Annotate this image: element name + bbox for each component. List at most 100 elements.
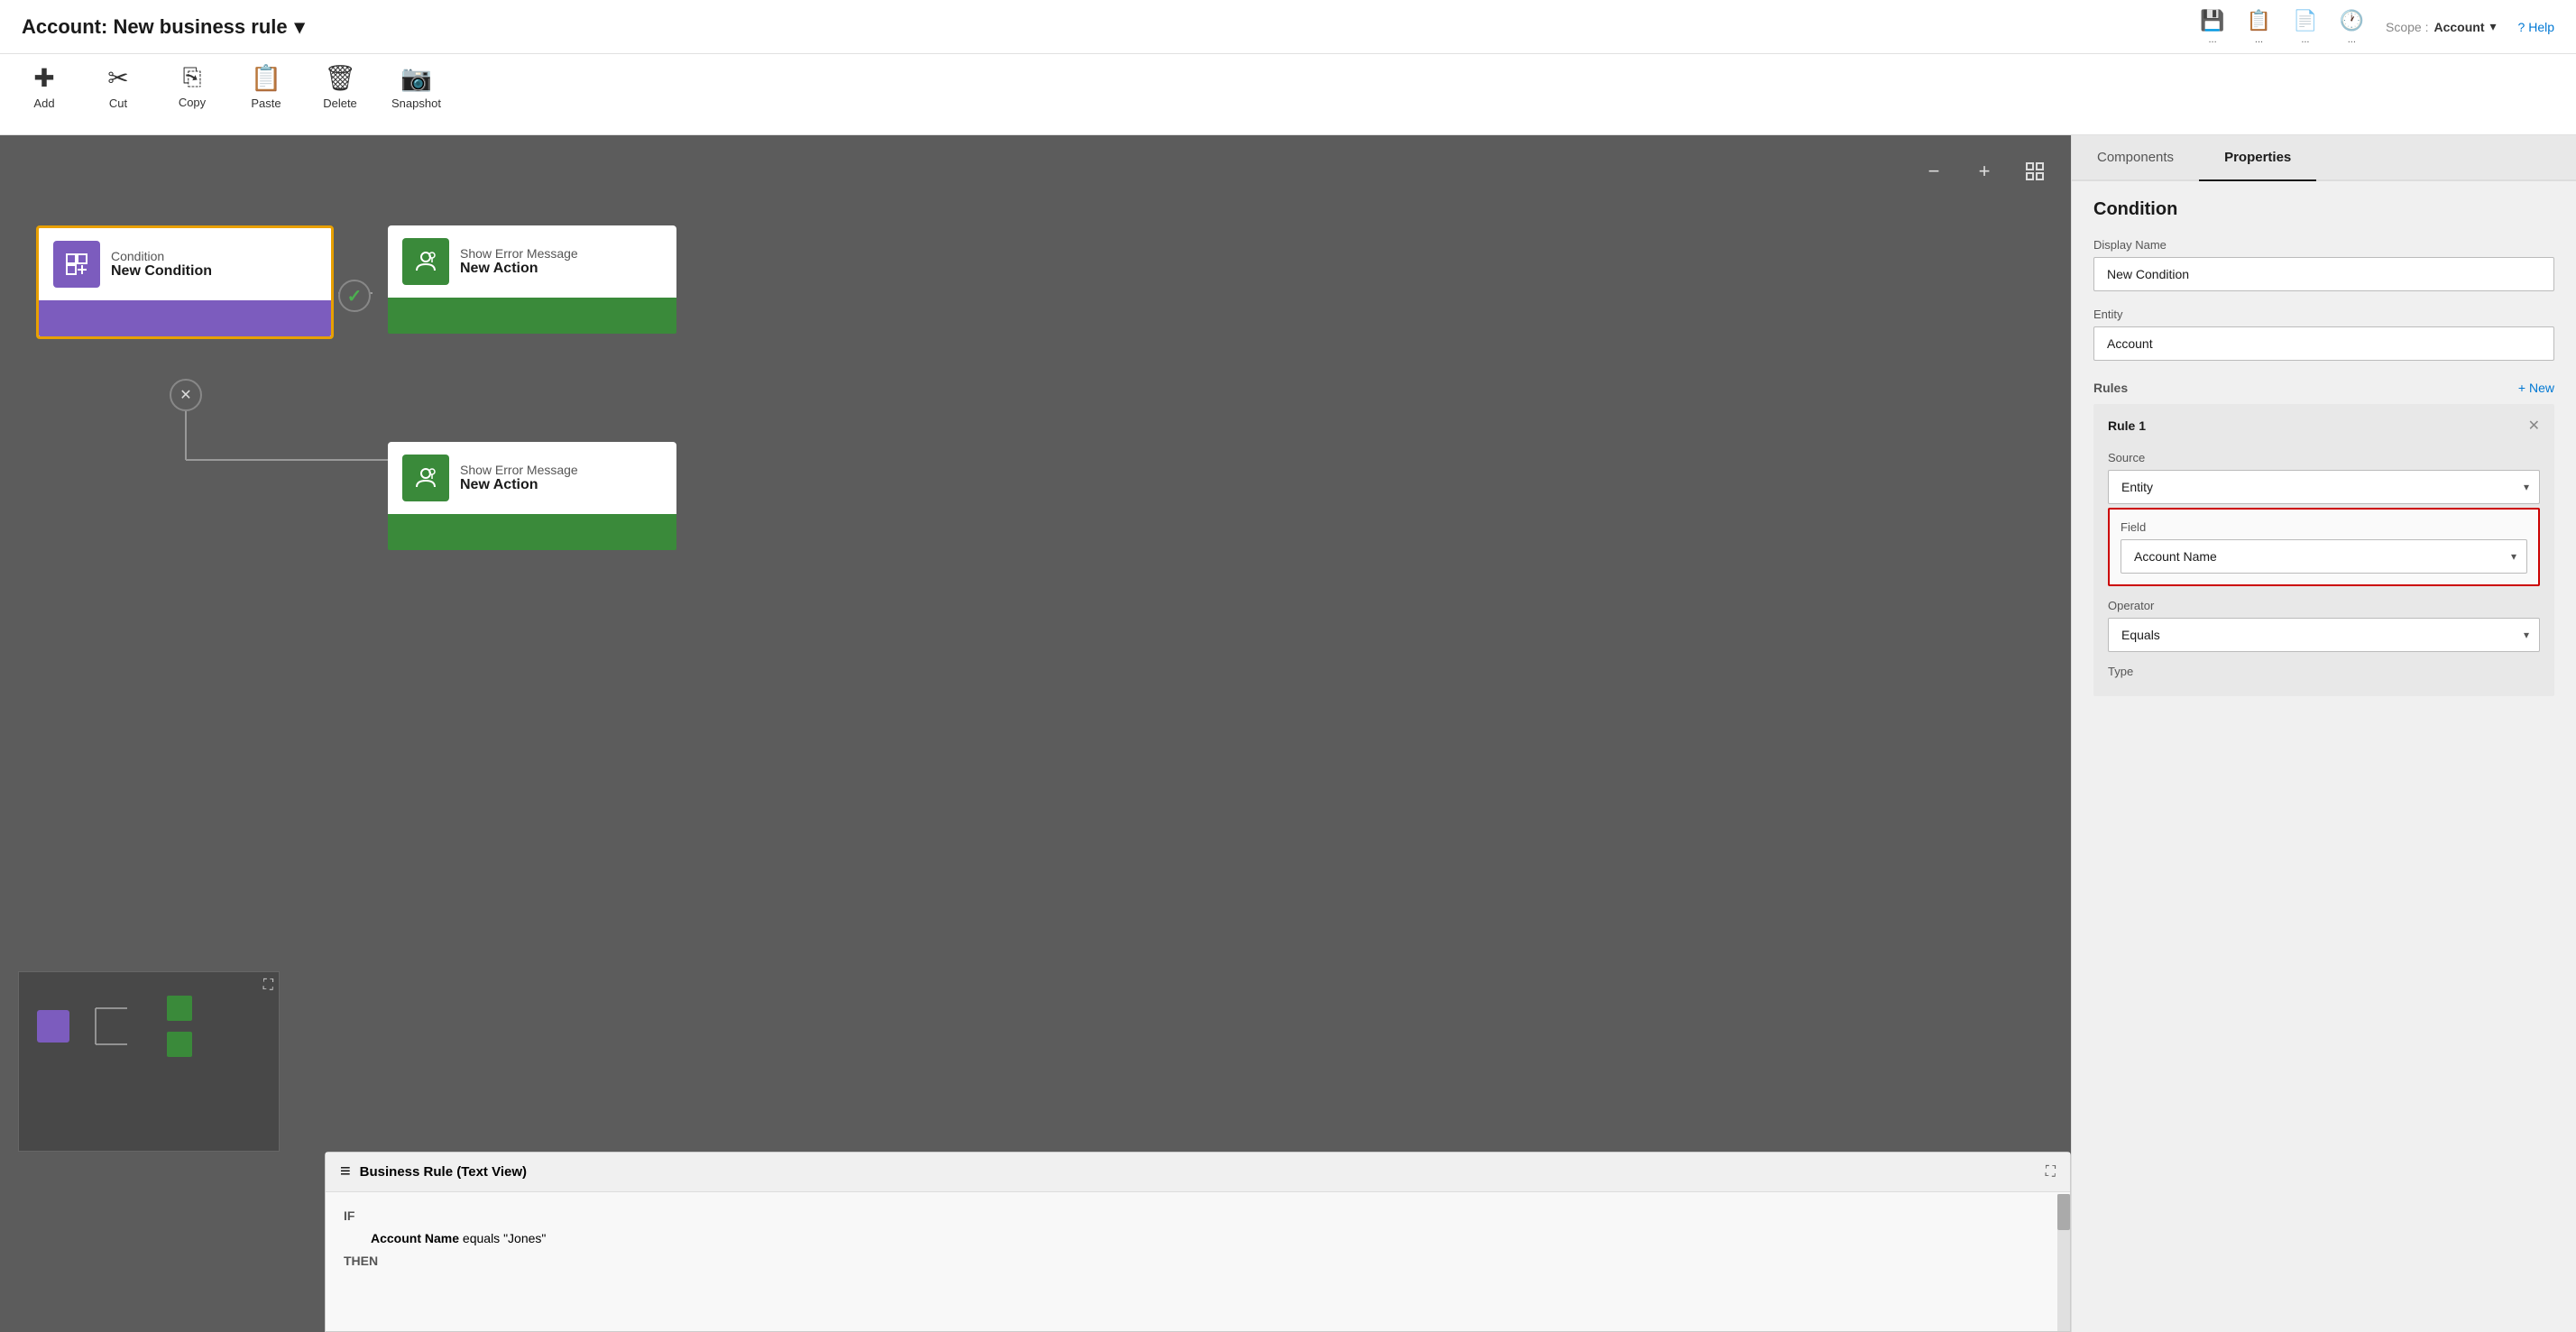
save-icon-btn[interactable]: 💾 ... bbox=[2200, 9, 2224, 45]
mini-map-lines bbox=[91, 990, 145, 1062]
action-node-top-icon bbox=[402, 238, 449, 285]
fit-screen-button[interactable] bbox=[2015, 152, 2055, 191]
rule-1-close-button[interactable]: ✕ bbox=[2528, 417, 2540, 435]
text-view-then-row: THEN bbox=[344, 1250, 2052, 1272]
mini-map: ⛶ bbox=[18, 971, 280, 1152]
mini-condition bbox=[37, 1010, 69, 1043]
condition-node-title: New Condition bbox=[111, 263, 212, 280]
copy-label: Copy bbox=[179, 96, 206, 109]
field-select[interactable]: Account Name bbox=[2121, 539, 2527, 574]
validate-icon-btn[interactable]: 📋 ... bbox=[2247, 9, 2271, 45]
text-view-title: Business Rule (Text View) bbox=[360, 1164, 527, 1180]
rules-label: Rules bbox=[2093, 381, 2128, 395]
entity-label: Entity bbox=[2093, 308, 2554, 321]
display-name-input[interactable] bbox=[2093, 257, 2554, 291]
scope-value[interactable]: Account bbox=[2434, 20, 2485, 34]
paste-tool-button[interactable]: 📋 Paste bbox=[244, 63, 289, 110]
account-name-highlight: Account Name bbox=[371, 1231, 459, 1245]
scope-chevron-icon[interactable]: ▾ bbox=[2490, 19, 2497, 34]
text-view-header-left: ≡ Business Rule (Text View) bbox=[340, 1162, 527, 1182]
action-node-bottom-label: Show Error Message bbox=[460, 463, 578, 477]
text-view-scrollbar[interactable] bbox=[2057, 1194, 2070, 1331]
right-panel: Components Properties Condition Display … bbox=[2071, 135, 2576, 1332]
entity-input[interactable] bbox=[2093, 326, 2554, 361]
field-row-highlighted: Field Account Name ▾ bbox=[2108, 508, 2540, 586]
if-keyword: IF bbox=[344, 1208, 354, 1223]
condition-node[interactable]: Condition New Condition bbox=[36, 225, 334, 339]
copy-tool-button[interactable]: ⎘ Copy bbox=[170, 63, 215, 109]
clock-icon-btn[interactable]: 🕐 ... bbox=[2340, 9, 2364, 45]
publish-icon-btn[interactable]: 📄 ... bbox=[2293, 9, 2317, 45]
text-view-if-row: IF bbox=[344, 1205, 2052, 1227]
action-node-top[interactable]: Show Error Message New Action bbox=[388, 225, 676, 334]
delete-label: Delete bbox=[323, 96, 357, 110]
properties-tab[interactable]: Properties bbox=[2199, 135, 2316, 181]
text-view-body: IF Account Name equals "Jones" THEN bbox=[326, 1192, 2070, 1286]
operator-select-wrapper: Equals ▾ bbox=[2108, 618, 2540, 652]
action-node-bottom-header: Show Error Message New Action bbox=[388, 442, 676, 514]
source-select-wrapper: Entity ▾ bbox=[2108, 470, 2540, 504]
action-node-bottom-text: Show Error Message New Action bbox=[460, 463, 578, 493]
delete-icon: 🗑 bbox=[324, 63, 356, 93]
operator-section: Operator Equals ▾ bbox=[2108, 599, 2540, 652]
zoom-out-button[interactable]: − bbox=[1914, 152, 1954, 191]
action-node-bottom-bottom bbox=[388, 514, 676, 550]
title-chevron-icon[interactable]: ▾ bbox=[295, 15, 305, 39]
cut-tool-button[interactable]: ✂ Cut bbox=[96, 63, 141, 110]
add-icon: ✚ bbox=[33, 63, 54, 93]
rule-1-title: Rule 1 bbox=[2108, 418, 2146, 433]
rule-card-header: Rule 1 ✕ bbox=[2108, 417, 2540, 435]
components-tab[interactable]: Components bbox=[2072, 135, 2199, 181]
condition-node-label: Condition bbox=[111, 249, 212, 263]
connector-x-icon[interactable]: ✕ bbox=[170, 379, 202, 411]
condition-node-bottom bbox=[39, 300, 331, 336]
canvas-area[interactable]: − + bbox=[0, 135, 2071, 1332]
operator-select[interactable]: Equals bbox=[2108, 618, 2540, 652]
cut-label: Cut bbox=[109, 96, 127, 110]
canvas-controls: − + bbox=[1914, 152, 2055, 191]
snapshot-tool-button[interactable]: 📷 Snapshot bbox=[391, 63, 441, 110]
new-rule-button[interactable]: + New bbox=[2518, 381, 2554, 395]
delete-tool-button[interactable]: 🗑 Delete bbox=[317, 63, 363, 110]
add-label: Add bbox=[33, 96, 54, 110]
field-select-wrapper: Account Name ▾ bbox=[2121, 539, 2527, 574]
action-node-top-label: Show Error Message bbox=[460, 246, 578, 261]
text-view-header: ≡ Business Rule (Text View) ⛶ bbox=[326, 1153, 2070, 1192]
action-node-top-bottom bbox=[388, 298, 676, 334]
mini-map-content bbox=[19, 972, 279, 1080]
then-keyword: THEN bbox=[344, 1254, 378, 1268]
mini-action-1 bbox=[167, 996, 192, 1021]
scrollbar-thumb bbox=[2057, 1194, 2070, 1230]
rule-card-1: Rule 1 ✕ Source Entity ▾ Field Acc bbox=[2093, 404, 2554, 696]
type-section: Type bbox=[2108, 665, 2540, 678]
add-tool-button[interactable]: ✚ Add bbox=[22, 63, 67, 110]
scope-label: Scope : bbox=[2386, 20, 2428, 34]
text-view-if-content: Account Name equals "Jones" bbox=[371, 1231, 546, 1245]
text-view-expand-icon[interactable]: ⛶ bbox=[2046, 1164, 2056, 1180]
rules-header: Rules + New bbox=[2093, 381, 2554, 395]
source-label: Source bbox=[2108, 451, 2540, 464]
source-select[interactable]: Entity bbox=[2108, 470, 2540, 504]
action-node-top-text: Show Error Message New Action bbox=[460, 246, 578, 277]
zoom-in-button[interactable]: + bbox=[1964, 152, 2004, 191]
snapshot-icon: 📷 bbox=[400, 63, 432, 93]
panel-content: Condition Display Name Entity Rules + Ne… bbox=[2072, 181, 2576, 1332]
text-view-panel: ≡ Business Rule (Text View) ⛶ IF Account… bbox=[325, 1152, 2071, 1332]
mini-map-expand-icon[interactable]: ⛶ bbox=[263, 978, 273, 994]
action-node-bottom[interactable]: Show Error Message New Action bbox=[388, 442, 676, 550]
title-bar-right: 💾 ... 📋 ... 📄 ... 🕐 ... Scope : Account … bbox=[2200, 9, 2554, 45]
title-bar: Account: New business rule ▾ 💾 ... 📋 ...… bbox=[0, 0, 2576, 54]
panel-tabs: Components Properties bbox=[2072, 135, 2576, 181]
mini-action-2 bbox=[167, 1032, 192, 1057]
condition-node-text: Condition New Condition bbox=[111, 249, 212, 280]
scope-section: Scope : Account ▾ bbox=[2386, 19, 2497, 34]
help-button[interactable]: ? Help bbox=[2518, 20, 2554, 34]
mini-actions bbox=[167, 996, 192, 1057]
condition-node-header: Condition New Condition bbox=[39, 228, 331, 300]
title-bar-left: Account: New business rule ▾ bbox=[22, 15, 305, 39]
mini-map-svg bbox=[91, 990, 145, 1062]
panel-section-title: Condition bbox=[2093, 199, 2554, 220]
connector-check-icon: ✓ bbox=[338, 280, 371, 312]
field-label: Field bbox=[2121, 520, 2527, 534]
action-node-bottom-icon bbox=[402, 455, 449, 501]
